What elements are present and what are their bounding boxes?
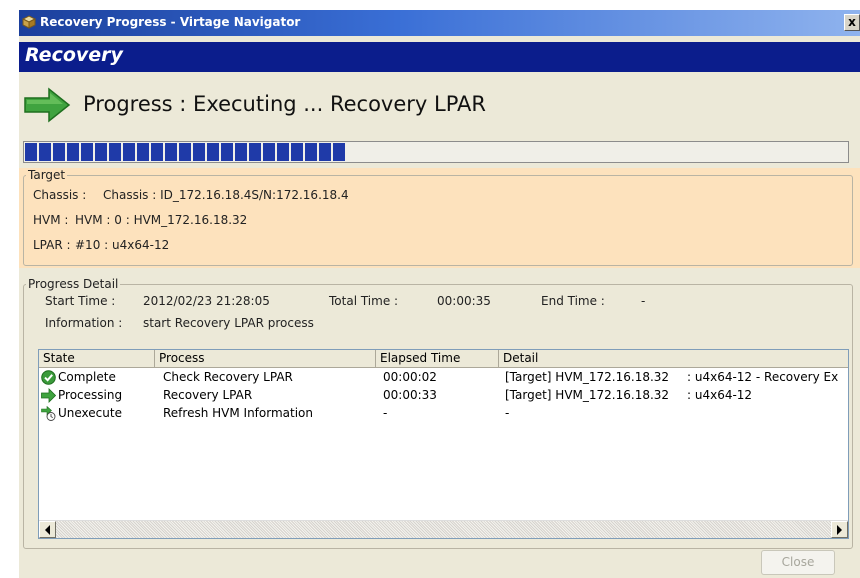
progress-heading: Progress : Executing ... Recovery LPAR — [23, 87, 853, 127]
scroll-left-icon — [45, 525, 50, 535]
title-bar[interactable]: Recovery Progress - Virtage Navigator x — [19, 10, 860, 36]
scroll-left-button[interactable] — [39, 521, 56, 538]
column-header-detail[interactable]: Detail — [499, 350, 848, 367]
banner-title: Recovery — [25, 44, 123, 66]
close-icon: x — [848, 15, 856, 29]
window-title: Recovery Progress - Virtage Navigator — [40, 15, 301, 29]
row-detail-text: : u4x64-12 - Recovery Ex — [687, 370, 839, 384]
row-detail-text: : u4x64-12 — [687, 388, 753, 402]
row-process: Check Recovery LPAR — [163, 370, 293, 384]
recovery-progress-window: Recovery Progress - Virtage Navigator x … — [19, 10, 860, 578]
window-close-button[interactable]: x — [844, 14, 860, 31]
green-arrow-icon — [41, 388, 56, 403]
row-detail-target: [Target] HVM_172.16.18.32 — [505, 370, 670, 384]
column-header-process[interactable]: Process — [155, 350, 376, 367]
total-time-value: 00:00:35 — [437, 294, 491, 308]
table-row[interactable]: Complete Check Recovery LPAR 00:00:02 [T… — [39, 369, 848, 386]
column-header-state[interactable]: State — [39, 350, 155, 367]
green-arrow-icon — [24, 87, 71, 123]
table-header: State Process Elapsed Time Detail — [39, 350, 848, 368]
progress-bar — [23, 141, 849, 163]
row-elapsed: - — [383, 406, 388, 420]
row-elapsed: 00:00:33 — [383, 388, 437, 402]
row-detail-target: [Target] HVM_172.16.18.32 — [505, 388, 670, 402]
row-detail-target: - — [505, 406, 510, 420]
lpar-value: #10 : u4x64-12 — [75, 238, 170, 252]
progress-table[interactable]: State Process Elapsed Time Detail Comple… — [38, 349, 849, 539]
progress-bar-fill — [25, 143, 345, 161]
check-circle-icon — [41, 370, 56, 385]
hvm-value: HVM : 0 : HVM_172.16.18.32 — [75, 213, 248, 227]
information-label: Information : — [45, 316, 123, 330]
arrow-clock-icon — [41, 406, 56, 421]
target-legend: Target — [28, 168, 66, 182]
scroll-right-button[interactable] — [831, 521, 848, 538]
table-row[interactable]: Processing Recovery LPAR 00:00:33 [Targe… — [39, 387, 848, 404]
banner: Recovery — [19, 42, 860, 72]
row-state: Complete — [58, 370, 116, 384]
progress-heading-text: Progress : Executing ... Recovery LPAR — [83, 92, 486, 116]
progress-detail-legend: Progress Detail — [28, 277, 119, 291]
hvm-label: HVM : — [33, 213, 69, 227]
row-elapsed: 00:00:02 — [383, 370, 437, 384]
app-cube-icon — [22, 15, 36, 29]
row-state: Processing — [58, 388, 123, 402]
table-row[interactable]: Unexecute Refresh HVM Information - - — [39, 405, 848, 422]
scroll-right-icon — [837, 525, 842, 535]
start-time-label: Start Time : — [45, 294, 116, 308]
row-process: Refresh HVM Information — [163, 406, 313, 420]
chassis-label: Chassis : — [33, 188, 87, 202]
information-value: start Recovery LPAR process — [143, 316, 314, 330]
row-process: Recovery LPAR — [163, 388, 253, 402]
chassis-value: Chassis : ID_172.16.18.4S/N:172.16.18.4 — [103, 188, 349, 202]
lpar-label: LPAR : — [33, 238, 71, 252]
close-button[interactable]: Close — [761, 550, 835, 575]
row-state: Unexecute — [58, 406, 122, 420]
column-header-elapsed-time[interactable]: Elapsed Time — [376, 350, 499, 367]
start-time-value: 2012/02/23 21:28:05 — [143, 294, 270, 308]
end-time-label: End Time : — [541, 294, 605, 308]
horizontal-scrollbar[interactable] — [39, 520, 848, 538]
end-time-value: - — [641, 294, 646, 308]
total-time-label: Total Time : — [329, 294, 399, 308]
row-detail-text — [687, 405, 848, 422]
